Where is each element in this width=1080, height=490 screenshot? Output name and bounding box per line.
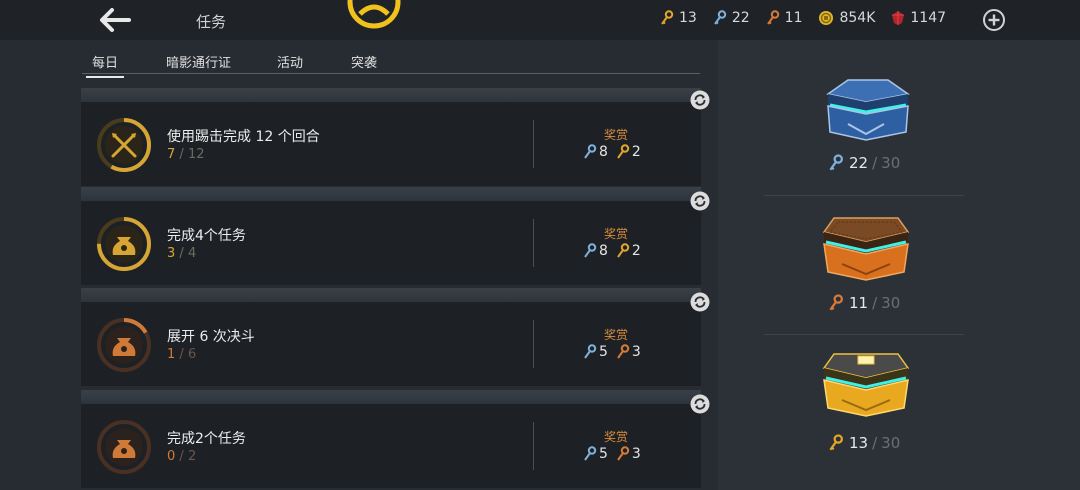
quest-title: 展开 6 次决斗 [167,329,255,345]
coin-icon [819,11,834,25]
blue-chest-key-count: 22/30 [828,154,900,172]
currency-bar: 13 22 11 854K 1147 [660,10,962,26]
arrow-left-icon [100,8,131,32]
quest-progress-ring [97,217,151,271]
bronze-key-icon [617,446,630,461]
coin-count: 854K [839,10,876,26]
card-separator [81,187,701,201]
quest-progress-ring [97,118,151,172]
reward-label: 奖赏 [604,328,629,342]
card-separator [81,288,701,302]
gold-key-count: 13 [679,10,697,26]
quest-card[interactable]: 使用踢击完成 12 个回合 7 / 12 奖赏 8 2 [81,102,701,186]
reward-values: 8 2 [583,144,649,160]
gem-counter: 1147 [891,10,946,26]
quest-card[interactable]: 完成4个任务 3 / 4 奖赏 8 2 [81,201,701,285]
quest-progress-text: 1 / 6 [167,347,197,362]
blue-key-icon [584,446,597,461]
logo-emblem-icon [347,0,401,29]
refresh-icon[interactable] [690,90,710,110]
blue-key-icon [584,344,597,359]
gold-key-icon [617,144,630,159]
quest-title: 完成4个任务 [167,228,246,244]
blue-key-icon [584,243,597,258]
card-divider [533,320,534,368]
quest-card[interactable]: 完成2个任务 0 / 2 奖赏 5 3 [81,404,701,488]
quest-progress-text: 0 / 2 [167,449,197,464]
bronze-key-counter: 11 [766,10,803,26]
card-separator [81,88,701,102]
tab-daily[interactable]: 每日 [85,52,125,78]
tab-bar: 每日 暗影通行证 活动 突袭 [82,50,700,78]
refresh-icon[interactable] [690,394,710,414]
quest-progress-text: 7 / 12 [167,147,205,162]
gem-icon [892,11,905,25]
quest-title: 完成2个任务 [167,431,246,447]
tab-raid[interactable]: 突袭 [351,52,377,71]
gold-key-icon [829,434,843,451]
coin-counter: 854K [818,10,875,26]
bronze-key-icon [617,344,630,359]
top-bar: 任务 13 22 11 854K 1147 [0,0,1080,40]
reward-values: 5 3 [583,344,649,360]
gold-key-icon [661,10,674,25]
blue-key-icon [714,10,727,25]
gold-key-icon [617,243,630,258]
quest-card[interactable]: 展开 6 次决斗 1 / 6 奖赏 5 3 [81,302,701,386]
gold-chest[interactable] [818,350,914,426]
tab-events[interactable]: 活动 [277,52,303,71]
chest-divider [764,334,964,335]
refresh-icon[interactable] [690,292,710,312]
reward-label: 奖赏 [604,227,629,241]
gold-chest-key-count: 13/30 [828,434,900,452]
card-divider [533,120,534,168]
bronze-key-icon [766,10,779,25]
gem-count: 1147 [910,10,947,26]
blue-key-count: 22 [731,10,750,26]
reward-label: 奖赏 [604,430,629,444]
add-currency-button[interactable] [982,8,1006,32]
quest-progress-ring [97,318,151,372]
blue-key-icon [584,144,597,159]
page-title: 任务 [196,13,227,31]
bronze-key-icon [829,294,843,311]
tab-shadow-pass[interactable]: 暗影通行证 [166,52,231,71]
blue-key-counter: 22 [713,10,750,26]
bronze-chest[interactable] [818,212,914,288]
chest-divider [764,195,964,196]
quest-title: 使用踢击完成 12 个回合 [167,129,320,145]
reward-values: 8 2 [583,243,649,259]
card-divider [533,422,534,470]
card-divider [533,219,534,267]
quest-progress-text: 3 / 4 [167,246,197,261]
reward-label: 奖赏 [604,128,629,142]
card-separator [81,390,701,404]
blue-chest[interactable] [818,76,914,152]
blue-key-icon [829,154,843,171]
bronze-chest-key-count: 11/30 [828,294,900,312]
gold-key-counter: 13 [660,10,697,26]
back-button[interactable] [96,6,132,34]
reward-values: 5 3 [583,446,649,462]
quest-progress-ring [97,420,151,474]
bronze-key-count: 11 [784,10,803,26]
refresh-icon[interactable] [690,191,710,211]
